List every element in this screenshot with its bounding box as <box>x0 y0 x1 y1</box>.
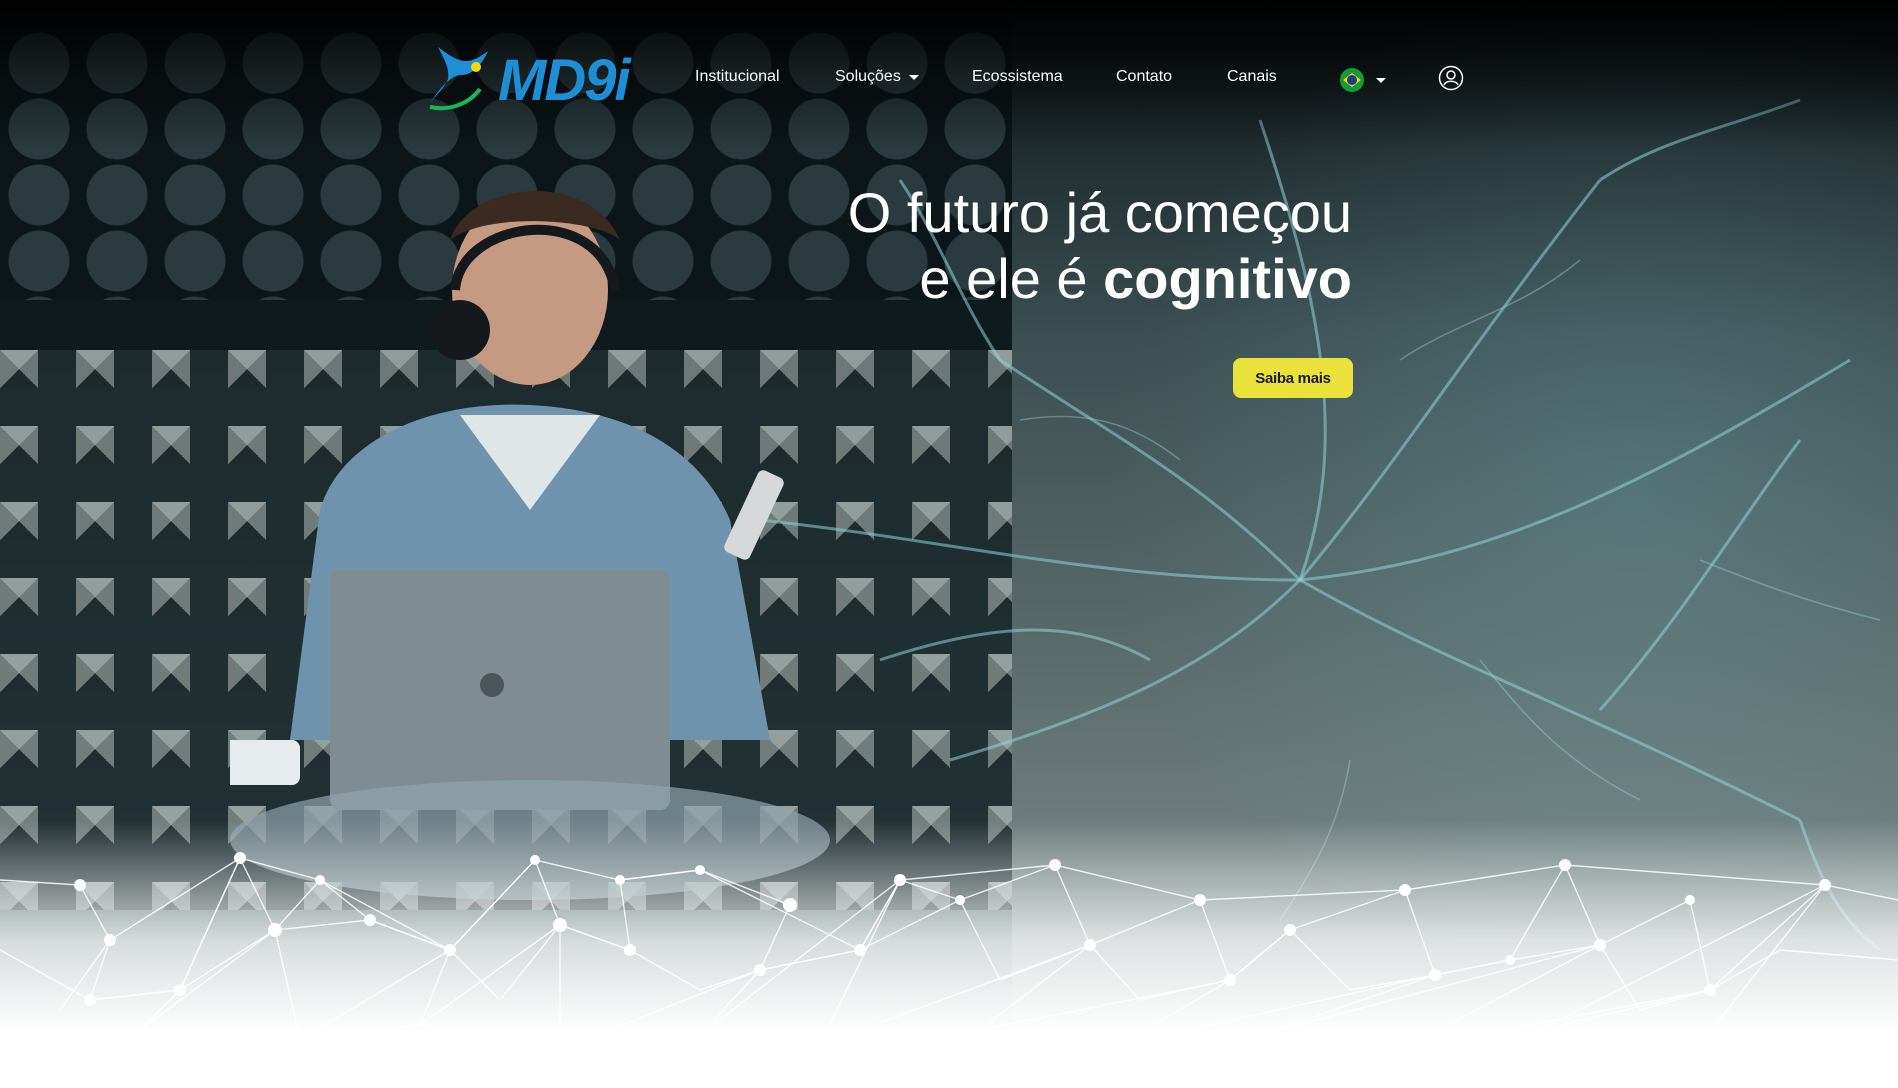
nav-canais[interactable]: Canais <box>1227 68 1277 86</box>
top-navigation: MD9i Institucional Soluções Ecossistema … <box>0 0 1898 150</box>
md9i-logo[interactable]: MD9i <box>422 45 647 115</box>
brazil-flag-icon <box>1340 68 1364 92</box>
nav-solucoes-label: Soluções <box>835 68 901 85</box>
bird-logo-icon <box>429 47 488 111</box>
logo-wordmark: MD9i <box>498 47 631 113</box>
saiba-mais-button[interactable]: Saiba mais <box>1233 358 1353 398</box>
user-circle-icon[interactable] <box>1438 65 1464 91</box>
nav-ecossistema-label: Ecossistema <box>972 68 1063 85</box>
headline-emphasis: cognitivo <box>1103 247 1352 310</box>
caret-down-icon <box>1376 77 1386 83</box>
nav-institucional[interactable]: Institucional <box>695 68 780 86</box>
caret-down-icon <box>908 74 919 80</box>
hero-section <box>0 0 1898 1088</box>
nav-institucional-label: Institucional <box>695 68 780 85</box>
language-selector[interactable] <box>1340 68 1386 92</box>
headline-line-2: e ele é cognitivo <box>700 246 1352 312</box>
hero-headline: O futuro já começou e ele é cognitivo <box>700 180 1352 312</box>
headline-line-1: O futuro já começou <box>847 181 1352 244</box>
nav-solucoes[interactable]: Soluções <box>835 68 919 86</box>
nav-contato-label: Contato <box>1116 68 1173 85</box>
nav-contato[interactable]: Contato <box>1116 68 1172 86</box>
network-mesh-graphic <box>0 852 1898 1052</box>
nav-ecossistema[interactable]: Ecossistema <box>972 68 1063 86</box>
headline-line-2-prefix: e ele é <box>919 247 1104 310</box>
nav-canais-label: Canais <box>1227 68 1277 85</box>
